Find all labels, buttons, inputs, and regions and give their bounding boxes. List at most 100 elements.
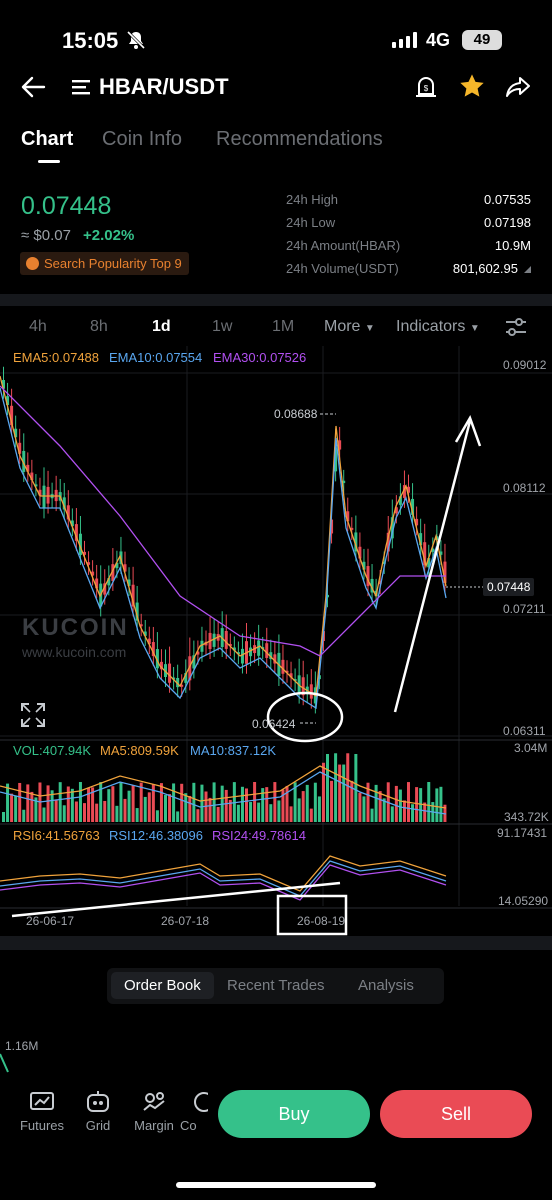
- timeframe-4h[interactable]: 4h: [29, 318, 47, 336]
- volume-bar: [196, 809, 200, 822]
- copy-trading-icon: [194, 1092, 208, 1112]
- grid-bot-icon: [87, 1091, 109, 1112]
- volume-bar: [273, 782, 277, 822]
- tab-analysis[interactable]: Analysis: [358, 977, 414, 994]
- candlestick: [46, 486, 50, 504]
- volume-bar: [427, 782, 431, 822]
- status-time: 15:05: [62, 28, 119, 53]
- volume-bar: [188, 795, 192, 822]
- buy-button[interactable]: Buy: [218, 1090, 370, 1138]
- candlestick: [224, 630, 228, 649]
- depth-curve: [0, 1053, 9, 1073]
- volume-bar: [70, 788, 74, 822]
- favorite-star-icon[interactable]: [458, 72, 486, 105]
- timeframe-1m[interactable]: 1M: [272, 318, 294, 336]
- ticker-summary: 0.07448 ≈ $0.07 +2.02% Search Popularity…: [0, 180, 552, 280]
- volume-bar: [176, 811, 180, 822]
- margin-button[interactable]: Margin: [126, 1090, 182, 1133]
- candlestick: [257, 640, 261, 656]
- tab-recommendations[interactable]: Recommendations: [216, 128, 383, 151]
- chevron-down-icon: ▼: [469, 323, 480, 334]
- volume-bar: [14, 795, 18, 822]
- volume-ma5-legend: MA5:809.59K: [100, 743, 179, 758]
- volume-bar: [240, 786, 244, 822]
- volume-bar: [309, 808, 313, 822]
- volume-bar: [30, 791, 34, 822]
- volume-bar: [390, 806, 394, 822]
- futures-icon: [30, 1092, 54, 1110]
- volume-bar: [95, 803, 99, 822]
- volume-bar: [216, 806, 220, 822]
- date-axis-label: 26-07-18: [161, 914, 210, 928]
- grid-button[interactable]: Grid: [70, 1090, 126, 1133]
- volume-bar: [439, 786, 443, 822]
- volume-bar: [398, 789, 402, 822]
- indicators-dropdown[interactable]: Indicators ▼: [396, 318, 480, 336]
- stat-label: 24h High: [286, 192, 339, 207]
- timeframe-8h[interactable]: 8h: [90, 318, 108, 336]
- high-price-marker: 0.08688: [274, 407, 318, 421]
- tab-chart[interactable]: Chart: [21, 128, 73, 151]
- timeframe-1w[interactable]: 1w: [212, 318, 232, 336]
- timeframe-1d[interactable]: 1d: [152, 318, 171, 336]
- price-axis-label: 0.06311: [503, 724, 546, 738]
- volume-bar: [321, 762, 325, 822]
- chevron-down-icon: ▼: [364, 323, 375, 334]
- section-divider: [0, 294, 552, 306]
- annotation-trendline: [11, 881, 341, 918]
- volume-bar: [208, 797, 212, 822]
- volume-bar: [172, 783, 176, 822]
- copy-trading-button[interactable]: Co: [180, 1090, 208, 1133]
- volume-bar: [411, 804, 415, 822]
- margin-label: Margin: [134, 1118, 174, 1133]
- volume-bar: [374, 784, 378, 822]
- chart-settings-icon[interactable]: [504, 316, 528, 343]
- volume-bar: [159, 783, 163, 822]
- volume-bar: [6, 783, 10, 822]
- back-arrow-icon[interactable]: [20, 74, 46, 105]
- price-axis-label: 0.07211: [503, 602, 546, 616]
- volume-ma10-legend: MA10:837.12K: [190, 743, 277, 758]
- stat-value: 0.07535: [484, 192, 531, 207]
- volume-bar: [354, 753, 358, 822]
- more-dropdown[interactable]: More ▼: [324, 318, 375, 336]
- volume-bar: [358, 792, 362, 822]
- volume-bar: [115, 805, 119, 822]
- corner-indicator-icon: [524, 266, 531, 273]
- margin-icon: [143, 1092, 165, 1111]
- price-alert-icon[interactable]: $: [414, 74, 438, 105]
- volume-bar: [107, 789, 111, 822]
- volume-bar: [330, 780, 334, 822]
- sell-button[interactable]: Sell: [380, 1090, 532, 1138]
- search-icon: [26, 257, 39, 270]
- pair-title[interactable]: HBAR/USDT: [99, 74, 229, 100]
- stat-value: 801,602.95: [452, 261, 518, 276]
- price-axis-label: 0.08112: [503, 481, 546, 495]
- last-price: 0.07448: [21, 192, 112, 220]
- popularity-label: Search Popularity Top 9: [44, 256, 182, 271]
- tab-coin-info[interactable]: Coin Info: [102, 128, 182, 151]
- volume-bar: [313, 782, 317, 822]
- volume-bar: [326, 754, 329, 822]
- tab-recent-trades[interactable]: Recent Trades: [227, 977, 325, 994]
- candlestick: [42, 485, 46, 509]
- rsi-axis-label: 91.17431: [497, 826, 548, 840]
- menu-icon[interactable]: [72, 78, 92, 101]
- home-indicator: [176, 1182, 376, 1188]
- fullscreen-icon[interactable]: [20, 702, 46, 733]
- futures-label: Futures: [19, 1118, 65, 1133]
- status-bar: 15:05 4G 49: [0, 0, 552, 70]
- price-axis-label: 0.09012: [503, 358, 547, 372]
- volume-bar: [22, 809, 26, 822]
- tab-order-book[interactable]: Order Book: [111, 972, 214, 999]
- ema30-legend: EMA30:0.07526: [213, 350, 307, 365]
- search-popularity-badge[interactable]: Search Popularity Top 9: [20, 252, 189, 275]
- share-icon[interactable]: [505, 74, 531, 105]
- volume-bar: [127, 790, 131, 822]
- futures-button[interactable]: Futures: [14, 1090, 70, 1133]
- ema10-line: [0, 387, 447, 710]
- volume-bar: [78, 782, 82, 822]
- volume-bar: [184, 793, 188, 822]
- kline-chart[interactable]: EMA5:0.07488 EMA10:0.07554 EMA30:0.07526…: [0, 346, 552, 936]
- date-axis-label: 26-08-19: [297, 914, 346, 928]
